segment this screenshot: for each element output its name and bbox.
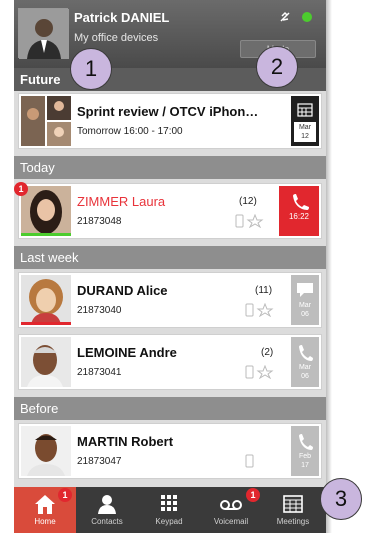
tab-label: Home: [34, 517, 56, 526]
meetings-icon: [283, 495, 303, 513]
call-button[interactable]: Mar 06: [291, 337, 319, 387]
tab-meetings[interactable]: Meetings: [262, 487, 324, 533]
favorite-star-icon[interactable]: [235, 214, 265, 228]
list-item[interactable]: LEMOINE Andre 21873041 (2) Mar 06: [18, 334, 322, 390]
chat-bubble-icon: [297, 283, 313, 297]
user-avatar[interactable]: [18, 8, 69, 59]
favorite-star-icon[interactable]: [245, 365, 275, 379]
callout-marker: 1: [70, 48, 112, 90]
keypad-icon: [161, 495, 177, 511]
item-date: Mar 06: [298, 302, 312, 318]
section-last-week: Last week: [14, 246, 326, 269]
phone-icon: [299, 434, 313, 450]
item-detail: 21873040: [77, 305, 122, 316]
contact-photo: [21, 186, 71, 236]
meeting-date-button[interactable]: Mar 12: [291, 96, 319, 146]
home-icon: [35, 495, 55, 514]
item-detail: 21873041: [77, 367, 122, 378]
callout-marker: 2: [256, 46, 298, 88]
item-date: Mar 06: [298, 364, 312, 380]
tab-label: Contacts: [91, 517, 123, 526]
message-count: (11): [255, 285, 273, 296]
item-title: DURAND Alice: [77, 283, 168, 298]
tab-contacts[interactable]: Contacts: [76, 487, 138, 533]
presence-dot: [302, 12, 312, 22]
mute-icon[interactable]: [278, 10, 292, 24]
meeting-participants-avatar: [21, 96, 71, 146]
item-detail: 21873047: [77, 456, 122, 467]
item-date: Feb 17: [298, 453, 312, 469]
list-item[interactable]: ZIMMER Laura 21873048 (12) 16:22: [18, 183, 322, 239]
contact-photo: [21, 426, 71, 476]
phone-icon: [293, 194, 309, 210]
message-button[interactable]: Mar 06: [291, 275, 319, 325]
home-badge: 1: [58, 488, 72, 502]
contacts-icon: [98, 495, 116, 514]
section-before: Before: [14, 397, 326, 420]
device-icon: [245, 454, 254, 468]
call-count: (12): [239, 196, 257, 207]
call-button[interactable]: Feb 17: [291, 426, 319, 476]
calendar-icon: [297, 103, 313, 117]
callout-marker: 3: [320, 478, 362, 520]
tab-label: Voicemail: [213, 517, 249, 526]
call-time: 16:22: [288, 212, 310, 221]
list-item[interactable]: DURAND Alice 21873040 (11) Mar 06: [18, 272, 322, 328]
item-title: LEMOINE Andre: [77, 345, 177, 360]
item-detail: Tomorrow 16:00 - 17:00: [77, 126, 183, 137]
tab-label: Keypad: [155, 517, 183, 526]
contact-photo: [21, 275, 71, 325]
call-count: (2): [261, 347, 274, 358]
item-date: Mar 12: [294, 122, 316, 142]
item-title: Sprint review / OTCV iPhon…: [77, 104, 259, 119]
missed-call-button[interactable]: 16:22: [279, 186, 319, 236]
list-item[interactable]: Sprint review / OTCV iPhon… Tomorrow 16:…: [18, 93, 322, 149]
missed-call-badge: 1: [14, 182, 28, 196]
section-today: Today: [14, 156, 326, 179]
item-detail: 21873048: [77, 216, 122, 227]
tab-label: Meetings: [276, 517, 310, 526]
phone-icon: [299, 345, 313, 361]
item-title: MARTIN Robert: [77, 434, 174, 449]
voicemail-badge: 1: [246, 488, 260, 502]
voicemail-icon: [220, 500, 242, 510]
tab-keypad[interactable]: Keypad: [138, 487, 200, 533]
user-name: Patrick DANIEL: [74, 10, 170, 25]
screen-shadow: [326, 0, 332, 533]
list-item[interactable]: MARTIN Robert 21873047 Feb 17: [18, 423, 322, 479]
favorite-star-icon[interactable]: [245, 303, 275, 317]
device-subtitle: My office devices: [74, 32, 159, 44]
contact-photo: [21, 337, 71, 387]
